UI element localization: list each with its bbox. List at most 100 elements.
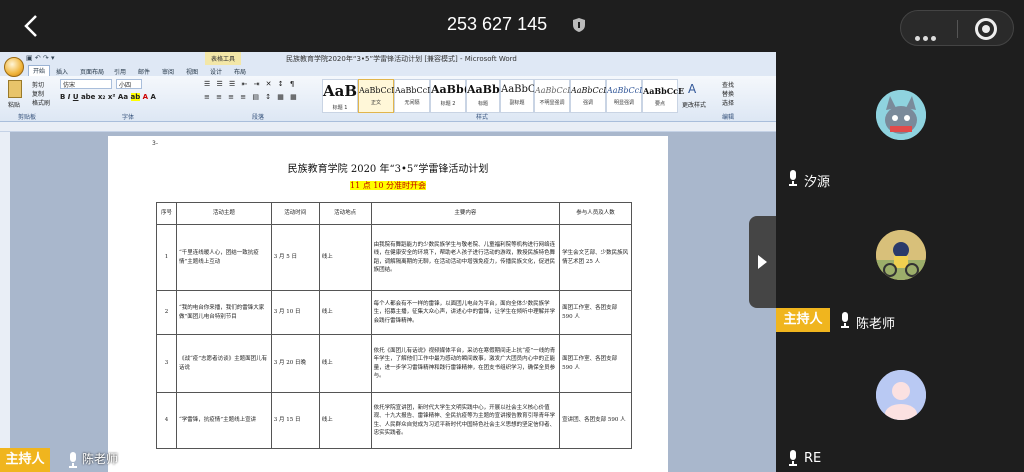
format-painter-button[interactable]: 格式刷 — [32, 98, 50, 107]
change-styles-icon[interactable]: A — [688, 82, 696, 96]
cell-participants: 面团工作室、各团支部 590 人 — [559, 334, 632, 393]
cell-place: 线上 — [318, 334, 372, 393]
document-subtitle: 11 点 10 分准时开会 — [350, 181, 426, 190]
avatar[interactable] — [876, 90, 926, 140]
tab-design[interactable]: 设计 — [210, 67, 222, 76]
meeting-id: 253 627 145 — [447, 14, 548, 34]
cell-no: 1 — [156, 224, 177, 291]
style-heading-1[interactable]: AaB 标题 1 — [322, 79, 358, 113]
header-theme: 活动主题 — [175, 202, 272, 225]
tab-home[interactable]: 开始 — [28, 65, 51, 76]
style-intense-emphasis[interactable]: AaBbCcD 明显强调 — [606, 79, 646, 113]
quick-access-toolbar[interactable]: ▣ ↶ ↷ ▾ — [26, 54, 55, 62]
shared-screen: ▣ ↶ ↷ ▾ 表格工具 民族教育学院2020年“3•5”学雷锋活动计划 [兼容… — [0, 52, 776, 472]
table-tools-label: 表格工具 — [205, 52, 242, 65]
font-name-select[interactable]: 仿宋 — [60, 79, 112, 89]
style-subtitle[interactable]: AaBbC 副标题 — [500, 79, 536, 113]
cell-place: 线上 — [318, 224, 372, 291]
cell-participants: 宣讲团、各团支部 590 人 — [559, 392, 632, 449]
participant-name: 汐源 — [804, 175, 831, 190]
avatar[interactable] — [876, 230, 926, 280]
back-arrow-icon[interactable] — [18, 12, 44, 40]
tab-insert[interactable]: 插入 — [56, 67, 68, 76]
panel-toggle-handle[interactable] — [749, 216, 776, 308]
group-label-paragraph: 段落 — [252, 114, 265, 121]
cell-time: 3 月 20 日晚 — [270, 334, 320, 393]
header-time: 活动时间 — [270, 202, 320, 225]
activity-plan-table[interactable]: 序号 活动主题 活动时间 活动地点 主要内容 参与人员及人数 1 “千里连线暖人… — [156, 202, 632, 449]
paste-button[interactable]: 粘贴 — [8, 100, 20, 109]
group-label-styles: 样式 — [476, 114, 489, 121]
style-heading-2[interactable]: AaBb(标题 2 — [430, 79, 469, 113]
header-participants: 参与人员及人数 — [559, 202, 632, 225]
select-button[interactable]: 选择 — [722, 98, 734, 107]
vertical-ruler[interactable] — [0, 132, 10, 472]
table-row: 2 “我的电台你来播，我们的雷锋大家做”面团儿电台特别节目 3 月 10 日 线… — [156, 290, 632, 335]
cell-place: 线上 — [318, 392, 372, 449]
header-place: 活动地点 — [318, 202, 372, 225]
tab-references[interactable]: 引用 — [114, 67, 126, 76]
cell-no: 4 — [156, 392, 177, 449]
change-styles-button[interactable]: 更改样式 — [682, 100, 706, 109]
mic-icon — [840, 312, 850, 328]
document-title: 民族教育学院2020年“3•5”学雷锋活动计划 [兼容模式] - Microso… — [286, 55, 517, 63]
bottom-host-name: 陈老师 — [82, 452, 119, 466]
cell-time: 3 月 5 日 — [270, 224, 320, 291]
bottom-host-badge: 主持人 — [0, 448, 50, 472]
shield-icon — [573, 18, 585, 32]
close-target-icon[interactable] — [975, 18, 997, 40]
style-subtle-emphasis[interactable]: AaBbCcD 不明显强调 — [534, 79, 574, 113]
miniprogram-capsule — [900, 10, 1014, 46]
horizontal-ruler[interactable] — [0, 122, 776, 132]
paste-icon[interactable] — [8, 80, 22, 98]
mic-icon — [68, 452, 78, 468]
cell-content: 每个人都会有不一样的雷锋，以面团儿电台为平台，面向全体少数民族学生，招募主播，征… — [370, 290, 561, 335]
cell-participants: 学生会文艺部、少数民族风情艺术团 25 人 — [559, 224, 632, 291]
cell-theme: “学雷锋，抗疫情”主题线上宣讲 — [175, 392, 272, 449]
ribbon: 粘贴 剪切 复制 格式刷 剪贴板 仿宋 小四 B I U abe x₂ x² A… — [0, 76, 776, 122]
header-content: 主要内容 — [370, 202, 561, 225]
group-label-font: 字体 — [122, 114, 135, 121]
group-label-clipboard: 剪贴板 — [18, 114, 37, 121]
cell-no: 2 — [156, 290, 177, 335]
table-row: 4 “学雷锋，抗疫情”主题线上宣讲 3 月 15 日 线上 依托学院宣讲团，新时… — [156, 392, 632, 449]
find-button[interactable]: 查找 — [722, 80, 734, 89]
font-size-select[interactable]: 小四 — [116, 79, 142, 89]
participants-panel: 汐源 主持人 陈老师 RE — [776, 52, 1024, 472]
tab-layout[interactable]: 布局 — [234, 67, 246, 76]
cell-theme: “我的电台你来播，我们的雷锋大家做”面团儿电台特别节目 — [175, 290, 272, 335]
cut-button[interactable]: 剪切 — [32, 80, 44, 89]
tab-review[interactable]: 审阅 — [162, 67, 174, 76]
style-no-spacing[interactable]: AaBbCcD 无间隔 — [394, 79, 434, 113]
style-title[interactable]: AaBb(标题 — [466, 79, 505, 113]
cell-content: 依托学院宣讲团，新时代大学生文明实践中心，开展以社会主义核心价值观、十九大报告、… — [370, 392, 561, 449]
style-strong[interactable]: AaBbCcE 要点 — [642, 79, 684, 113]
more-options-icon[interactable] — [915, 26, 939, 45]
header-no: 序号 — [156, 202, 177, 225]
document-page[interactable]: 3- 民族教育学院 2020 年“3•5”学雷锋活动计划 11 点 10 分准时… — [108, 136, 668, 472]
group-label-editing: 编辑 — [722, 114, 735, 121]
paragraph-align-buttons[interactable]: ≡ ≡ ≡ ≡ ▤ ↕ ▦ ▦ — [204, 93, 299, 101]
style-normal[interactable]: AaBbCcD 正文 — [358, 79, 398, 113]
tab-mailings[interactable]: 邮件 — [138, 67, 150, 76]
table-header-row: 序号 活动主题 活动时间 活动地点 主要内容 参与人员及人数 — [156, 202, 632, 225]
avatar[interactable] — [876, 370, 926, 420]
meeting-top-bar: 253 627 145 — [0, 0, 1024, 52]
font-format-buttons[interactable]: B I U abe x₂ x² Aa ab A A — [60, 93, 156, 101]
page-marker: 3- — [152, 140, 158, 147]
style-emphasis[interactable]: AaBbCcD 强调 — [570, 79, 610, 113]
default-user-icon — [876, 370, 926, 420]
document-heading: 民族教育学院 2020 年“3•5”学雷锋活动计划 — [287, 164, 489, 175]
paragraph-list-buttons[interactable]: ☰ ☰ ☰ ⇤ ⇥ ✕ ↕ ¶ — [204, 80, 296, 88]
tab-view[interactable]: 视图 — [186, 67, 198, 76]
participant-name: 陈老师 — [856, 317, 896, 332]
cell-no: 3 — [156, 334, 177, 393]
copy-button[interactable]: 复制 — [32, 89, 44, 98]
cell-time: 3 月 10 日 — [270, 290, 320, 335]
replace-button[interactable]: 替换 — [722, 89, 734, 98]
cell-theme: “千里连线暖人心，团结一致抗疫情”主题线上互动 — [175, 224, 272, 291]
office-button-icon[interactable] — [4, 57, 24, 77]
tab-page-layout[interactable]: 页面布局 — [80, 67, 104, 76]
mic-icon — [788, 170, 798, 186]
word-title-bar: ▣ ↶ ↷ ▾ 表格工具 民族教育学院2020年“3•5”学雷锋活动计划 [兼容… — [0, 52, 776, 65]
